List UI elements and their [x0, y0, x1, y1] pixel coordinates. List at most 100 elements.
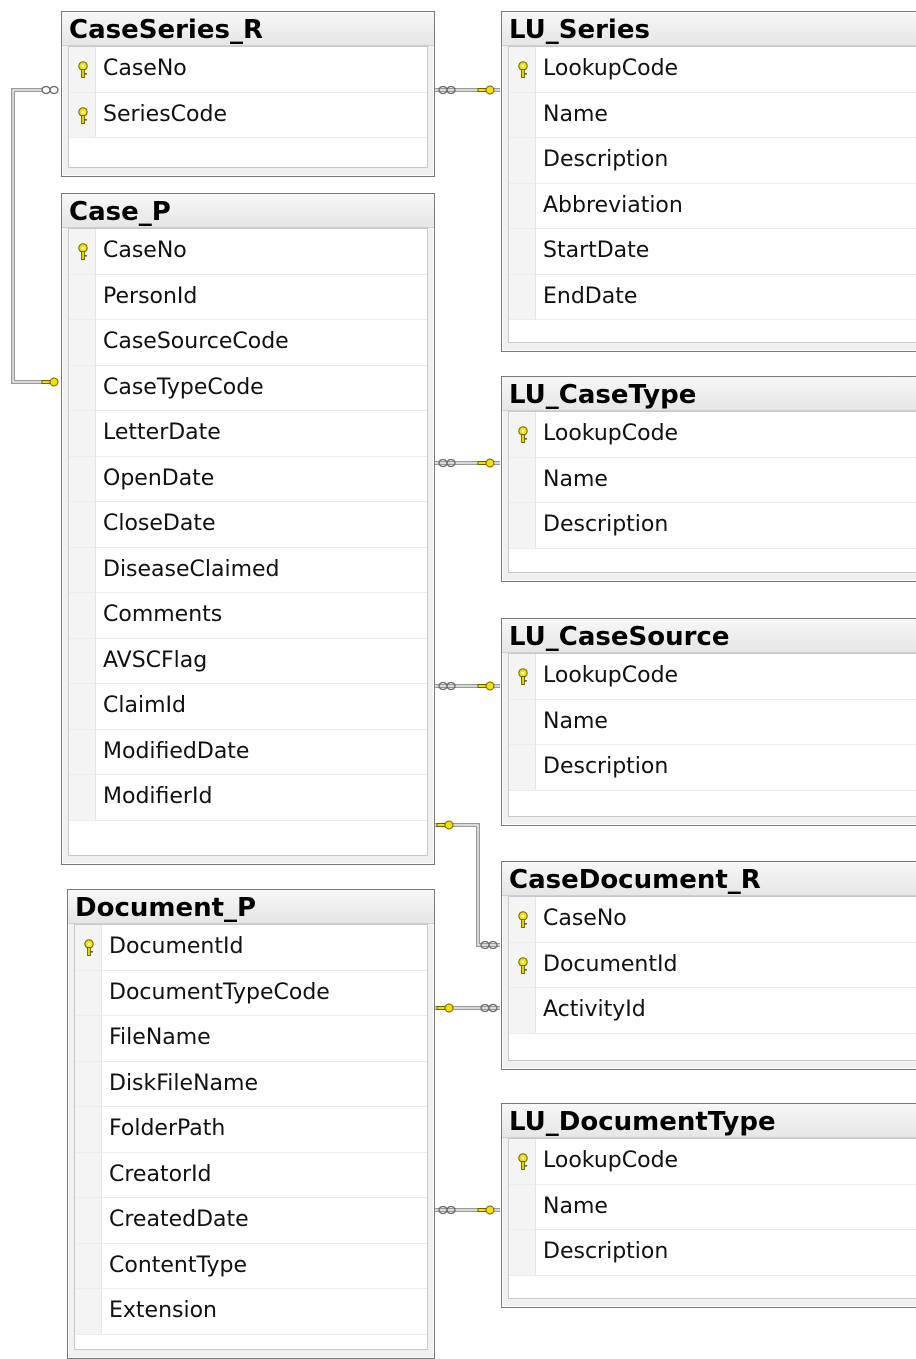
column-row[interactable]: EndDate: [509, 274, 916, 320]
column-row[interactable]: CaseTypeCode: [69, 365, 427, 411]
table-lu-casetype[interactable]: LU_CaseType LookupCode Name Description: [501, 376, 916, 582]
row-selector[interactable]: [75, 1289, 102, 1334]
column-row[interactable]: ModifierId: [69, 775, 427, 821]
column-row[interactable]: CloseDate: [69, 502, 427, 548]
column-name: OpenDate: [103, 465, 215, 491]
row-selector[interactable]: [509, 183, 536, 228]
column-name: Description: [543, 512, 669, 537]
table-title[interactable]: LU_Series: [502, 12, 916, 46]
table-caseseries-r[interactable]: CaseSeries_R CaseNo SeriesCode: [61, 11, 435, 177]
column-row[interactable]: CaseSourceCode: [69, 320, 427, 366]
column-row[interactable]: Name: [509, 1184, 916, 1230]
column-name: LookupCode: [543, 663, 679, 688]
row-selector[interactable]: [69, 729, 96, 774]
column-row[interactable]: Description: [509, 745, 916, 791]
column-row[interactable]: Extension: [75, 1289, 427, 1335]
table-title[interactable]: LU_DocumentType: [502, 1104, 916, 1138]
row-selector[interactable]: [509, 457, 536, 502]
row-selector[interactable]: [75, 1152, 102, 1197]
row-selector[interactable]: [69, 320, 96, 365]
column-row[interactable]: CreatedDate: [75, 1198, 427, 1244]
column-row[interactable]: ClaimId: [69, 684, 427, 730]
row-selector[interactable]: [509, 92, 536, 137]
column-row[interactable]: DocumentTypeCode: [75, 970, 427, 1016]
column-name: DiseaseClaimed: [103, 556, 280, 582]
row-selector[interactable]: [69, 684, 96, 729]
column-row[interactable]: DocumentId: [75, 925, 427, 971]
column-row[interactable]: Comments: [69, 593, 427, 639]
row-selector[interactable]: [509, 503, 536, 548]
row-selector[interactable]: [75, 1016, 102, 1061]
row-selector[interactable]: [69, 365, 96, 410]
row-selector[interactable]: [75, 1198, 102, 1243]
column-name: DiskFileName: [109, 1070, 258, 1096]
row-selector[interactable]: [69, 411, 96, 456]
column-row[interactable]: Name: [509, 457, 916, 503]
column-row[interactable]: PersonId: [69, 274, 427, 320]
row-selector[interactable]: [69, 274, 96, 319]
column-name: StartDate: [543, 238, 650, 263]
column-name: Name: [543, 101, 608, 127]
column-row[interactable]: DiskFileName: [75, 1061, 427, 1107]
table-title[interactable]: Case_P: [62, 194, 434, 228]
table-lu-series[interactable]: LU_Series LookupCode Name Description Abbre…: [501, 11, 916, 352]
column-row[interactable]: CaseNo: [509, 897, 916, 943]
column-row[interactable]: Description: [509, 138, 916, 184]
column-row[interactable]: LookupCode: [509, 412, 916, 458]
column-row[interactable]: ContentType: [75, 1243, 427, 1289]
column-row[interactable]: LookupCode: [509, 1139, 916, 1185]
table-title[interactable]: CaseSeries_R: [62, 12, 434, 46]
column-row[interactable]: DocumentId: [509, 942, 916, 988]
column-row[interactable]: DiseaseClaimed: [69, 547, 427, 593]
row-selector[interactable]: [509, 699, 536, 744]
row-selector[interactable]: [509, 1230, 536, 1275]
row-selector[interactable]: [509, 229, 536, 274]
column-row[interactable]: ActivityId: [509, 988, 916, 1034]
row-selector[interactable]: [69, 456, 96, 501]
table-document-p[interactable]: Document_P DocumentId DocumentTypeCode Fil…: [67, 889, 435, 1359]
table-case-p[interactable]: Case_P CaseNo PersonId CaseSourceCode CaseT…: [61, 193, 435, 865]
column-row[interactable]: OpenDate: [69, 456, 427, 502]
column-row[interactable]: SeriesCode: [69, 92, 427, 138]
column-row[interactable]: Name: [509, 699, 916, 745]
column-row[interactable]: FolderPath: [75, 1107, 427, 1153]
column-row[interactable]: Name: [509, 92, 916, 138]
row-selector[interactable]: [509, 1184, 536, 1229]
column-row[interactable]: CaseNo: [69, 47, 427, 93]
column-row[interactable]: LookupCode: [509, 47, 916, 93]
table-lu-casesource[interactable]: LU_CaseSource LookupCode Name Description: [501, 618, 916, 826]
column-row[interactable]: ModifiedDate: [69, 729, 427, 775]
column-row[interactable]: Description: [509, 503, 916, 549]
row-selector[interactable]: [69, 638, 96, 683]
table-title[interactable]: CaseDocument_R: [502, 862, 916, 896]
row-selector[interactable]: [69, 775, 96, 820]
rel-case-casedocument: [433, 823, 500, 947]
row-selector[interactable]: [509, 274, 536, 319]
row-selector[interactable]: [75, 970, 102, 1015]
table-lu-documenttype[interactable]: LU_DocumentType LookupCode Name Descriptio…: [501, 1103, 916, 1308]
row-selector[interactable]: [69, 502, 96, 547]
column-row[interactable]: StartDate: [509, 229, 916, 275]
column-row[interactable]: LetterDate: [69, 411, 427, 457]
column-row[interactable]: Abbreviation: [509, 183, 916, 229]
column-row[interactable]: FileName: [75, 1016, 427, 1062]
row-selector[interactable]: [509, 988, 536, 1033]
column-row[interactable]: LookupCode: [509, 654, 916, 700]
column-name: Description: [543, 1239, 669, 1264]
column-row[interactable]: Description: [509, 1230, 916, 1276]
table-casedocument-r[interactable]: CaseDocument_R CaseNo DocumentId ActivityI…: [501, 861, 916, 1070]
row-selector[interactable]: [509, 745, 536, 790]
row-selector[interactable]: [509, 138, 536, 183]
table-title[interactable]: Document_P: [68, 890, 434, 924]
column-row[interactable]: AVSCFlag: [69, 638, 427, 684]
table-title[interactable]: LU_CaseSource: [502, 619, 916, 653]
column-row[interactable]: CreatorId: [75, 1152, 427, 1198]
row-selector[interactable]: [69, 547, 96, 592]
row-selector[interactable]: [75, 1107, 102, 1152]
row-selector[interactable]: [75, 1243, 102, 1288]
row-selector[interactable]: [69, 593, 96, 638]
column-row[interactable]: CaseNo: [69, 229, 427, 275]
table-title[interactable]: LU_CaseType: [502, 377, 916, 411]
column-name: ClaimId: [103, 693, 186, 718]
row-selector[interactable]: [75, 1061, 102, 1106]
